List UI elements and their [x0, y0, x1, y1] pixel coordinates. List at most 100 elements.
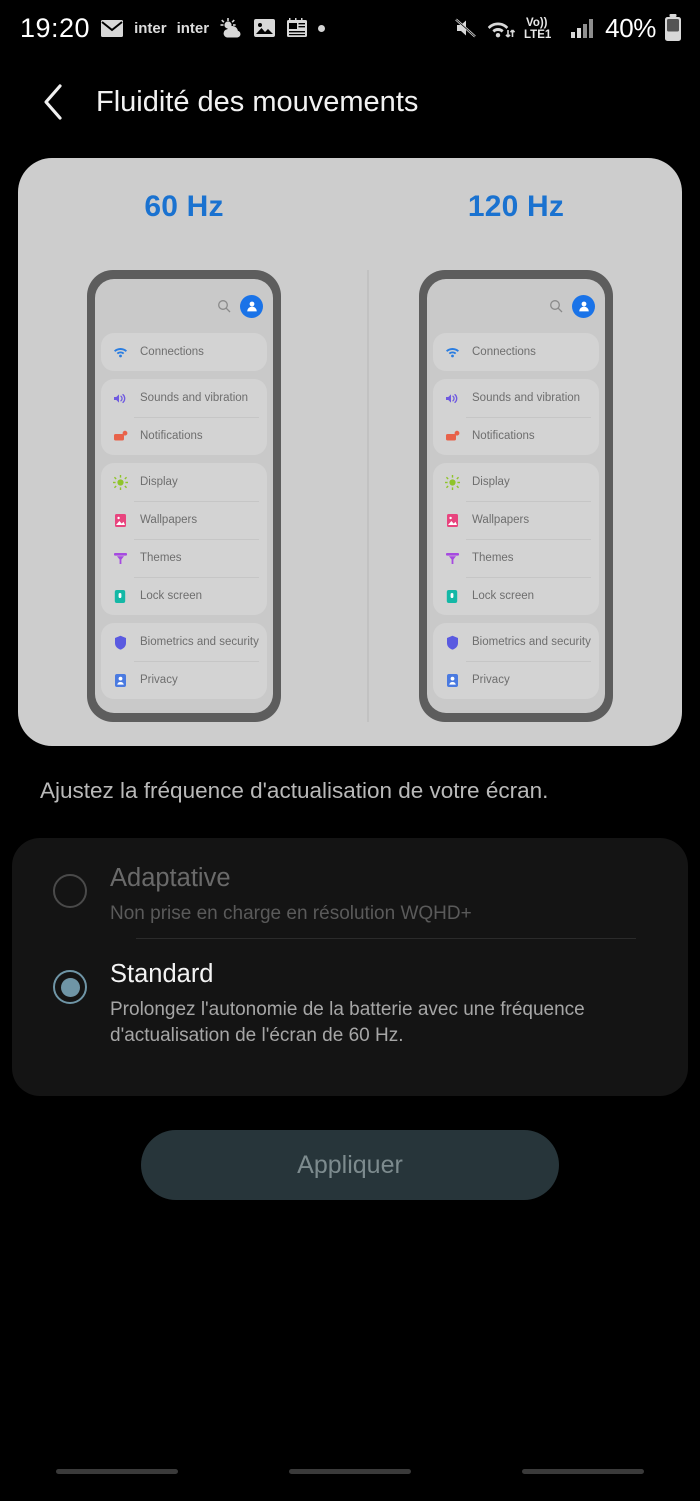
- search-icon: [217, 299, 231, 313]
- nav-recents-button[interactable]: [0, 1468, 233, 1474]
- mute-icon: [454, 17, 479, 39]
- mock-row-label: Notifications: [140, 430, 203, 442]
- mock-group-4: Biometrics and security Privacy: [101, 623, 267, 699]
- mock-row-label: Wallpapers: [140, 514, 198, 526]
- nav-home-button[interactable]: [233, 1468, 466, 1474]
- status-clock: 19:20: [20, 12, 91, 43]
- lock-icon: [442, 586, 462, 606]
- mock-group-4: Biometrics and security Privacy: [433, 623, 599, 699]
- app-label-inter-1: inter: [134, 19, 167, 37]
- signal-bars-icon: [571, 17, 597, 39]
- mock-row-wallpapers: Wallpapers: [433, 501, 599, 539]
- recents-line-icon: [55, 1468, 178, 1474]
- mock-row-privacy: Privacy: [433, 661, 599, 699]
- mock-group-1: Connections: [433, 333, 599, 371]
- mock-group-1: Connections: [101, 333, 267, 371]
- svg-text:LTE1: LTE1: [524, 29, 552, 41]
- mock-row-display: Display: [433, 463, 599, 501]
- more-dot-icon: [318, 24, 326, 32]
- mock-row-sounds: Sounds and vibration: [101, 379, 267, 417]
- mock-group-2: Sounds and vibration Notifications: [101, 379, 267, 455]
- wifi-icon: [487, 17, 516, 39]
- mock-row-label: Sounds and vibration: [140, 392, 249, 404]
- option-standard-description: Prolongez l'autonomie de la batterie ave…: [110, 999, 585, 1046]
- radio-unselected-icon[interactable]: [53, 874, 87, 908]
- mock-row-notifications: Notifications: [101, 417, 267, 455]
- mock-group-2: Sounds and vibration Notifications: [433, 379, 599, 455]
- volte-icon: Vo)) LTE1: [523, 15, 563, 41]
- wallpaper-icon: [442, 510, 462, 530]
- hz-label-120: 120 Hz: [467, 190, 565, 223]
- lock-icon: [110, 586, 130, 606]
- phone-slot-120hz: Connections Sounds and vibration Notific…: [350, 270, 682, 722]
- hz-labels-row: 60 Hz 120 Hz: [18, 190, 682, 224]
- email-icon: [100, 19, 124, 38]
- mock-group-3: Display Wallpapers Themes Lock screen: [433, 463, 599, 615]
- mock-row-sounds: Sounds and vibration: [433, 379, 599, 417]
- notification-icon: [110, 426, 130, 446]
- status-bar-right: Vo)) LTE1 40%: [454, 13, 682, 44]
- battery-icon: [664, 14, 682, 42]
- mock-row-connections: Connections: [433, 333, 599, 371]
- helper-text: Ajustez la fréquence d'actualisation de …: [40, 778, 549, 803]
- mock-row-label: Themes: [140, 552, 182, 564]
- notification-icon: [442, 426, 462, 446]
- back-button[interactable]: [30, 79, 76, 125]
- mock-row-label: Display: [140, 476, 178, 488]
- nav-back-button[interactable]: [467, 1468, 700, 1474]
- radio-selected-icon[interactable]: [53, 970, 87, 1004]
- shield-icon: [442, 632, 462, 652]
- radio-standard-wrap[interactable]: [42, 960, 98, 1004]
- svg-text:Vo)): Vo)): [526, 17, 548, 29]
- news-icon: [286, 18, 308, 38]
- mock-row-wallpapers: Wallpapers: [101, 501, 267, 539]
- app-label-inter-2: inter: [176, 19, 210, 37]
- mock-row-label: Biometrics and security: [140, 636, 259, 648]
- wifi-icon: [442, 342, 462, 362]
- mock-row-label: Biometrics and security: [472, 636, 591, 648]
- search-icon: [549, 299, 563, 313]
- mock-row-biometrics: Biometrics and security: [433, 623, 599, 661]
- mock-group-3: Display Wallpapers Themes Lock screen: [101, 463, 267, 615]
- mock-row-themes: Themes: [433, 539, 599, 577]
- speaker-icon: [442, 388, 462, 408]
- mock-row-label: Lock screen: [472, 590, 535, 602]
- phone-slot-60hz: Connections Sounds and vibration Notific…: [18, 270, 350, 722]
- option-standard[interactable]: Standard Prolongez l'autonomie de la bat…: [12, 938, 688, 1078]
- page-title: Fluidité des mouvements: [96, 85, 419, 118]
- speaker-icon: [110, 388, 130, 408]
- phone-mock-screen: Connections Sounds and vibration Notific…: [95, 279, 273, 713]
- account-avatar-icon: [240, 294, 263, 318]
- hz-label-60: 60 Hz: [144, 190, 224, 223]
- mock-row-label: Privacy: [472, 674, 510, 686]
- weather-icon: [219, 17, 243, 39]
- shield-icon: [110, 632, 130, 652]
- mock-row-connections: Connections: [101, 333, 267, 371]
- navigation-bar: [0, 1441, 700, 1501]
- mock-row-lock-screen: Lock screen: [433, 577, 599, 615]
- wifi-icon: [110, 342, 130, 362]
- radio-adaptive-wrap[interactable]: [42, 864, 98, 908]
- status-bar-left: 19:20 inter inter: [20, 13, 454, 44]
- refresh-rate-preview-card: 60 Hz 120 Hz Connections Sounds and vibr…: [18, 158, 682, 746]
- mock-row-privacy: Privacy: [101, 661, 267, 699]
- mock-row-label: Notifications: [472, 430, 535, 442]
- gallery-icon: [253, 18, 276, 38]
- phone-screen: 19:20 inter inter Vo)) LTE1 40% Fluidité…: [0, 0, 700, 1501]
- option-adaptive-title: Adaptative: [110, 864, 231, 892]
- mock-row-display: Display: [101, 463, 267, 501]
- title-bar: Fluidité des mouvements: [0, 56, 700, 148]
- option-adaptive[interactable]: Adaptative Non prise en charge en résolu…: [12, 838, 688, 938]
- refresh-rate-options-card: Adaptative Non prise en charge en résolu…: [12, 838, 688, 1096]
- themes-icon: [110, 548, 130, 568]
- apply-button[interactable]: Appliquer: [141, 1130, 559, 1200]
- brightness-icon: [110, 472, 130, 492]
- mock-row-notifications: Notifications: [433, 417, 599, 455]
- mock-row-label: Lock screen: [140, 590, 203, 602]
- mock-row-label: Privacy: [140, 674, 178, 686]
- mock-row-label: Connections: [472, 346, 536, 358]
- battery-percent-label: 40%: [605, 12, 656, 43]
- home-line-icon: [288, 1468, 411, 1474]
- mock-row-label: Connections: [140, 346, 204, 358]
- option-standard-body: Standard Prolongez l'autonomie de la bat…: [98, 960, 658, 1048]
